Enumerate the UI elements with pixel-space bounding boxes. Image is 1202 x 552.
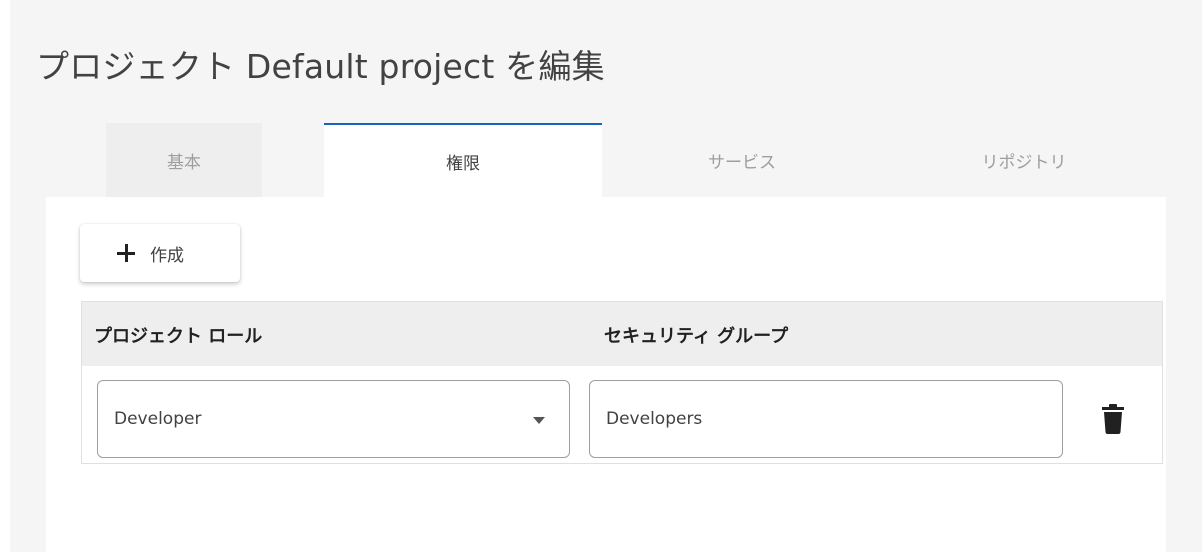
plus-icon bbox=[116, 243, 136, 263]
security-group-input[interactable] bbox=[606, 409, 1026, 429]
create-button-label: 作成 bbox=[150, 245, 184, 266]
project-role-value: Developer bbox=[114, 409, 202, 429]
tab-repositories-label: リポジトリ bbox=[981, 152, 1067, 173]
tab-permissions-label: 権限 bbox=[446, 153, 480, 174]
tab-repositories[interactable]: リポジトリ bbox=[882, 123, 1166, 197]
tab-services[interactable]: サービス bbox=[602, 123, 882, 197]
dropdown-arrow-icon bbox=[533, 417, 545, 424]
security-group-field[interactable] bbox=[589, 380, 1063, 458]
tab-bar: 基本 権限 サービス リポジトリ bbox=[46, 123, 1166, 197]
project-role-select[interactable]: Developer bbox=[97, 380, 570, 458]
header-security-group: セキュリティ グループ bbox=[604, 326, 789, 347]
tab-permissions[interactable]: 権限 bbox=[324, 123, 602, 197]
header-project-role: プロジェクト ロール bbox=[94, 326, 263, 347]
trash-icon[interactable] bbox=[1102, 404, 1124, 434]
tab-basic-label: 基本 bbox=[167, 152, 201, 173]
tab-basic[interactable]: 基本 bbox=[46, 123, 322, 197]
tab-services-label: サービス bbox=[708, 152, 776, 173]
edit-project-page: プロジェクト Default project を編集 基本 権限 サービス リポ… bbox=[10, 0, 1202, 552]
table-header: プロジェクト ロール セキュリティ グループ bbox=[82, 302, 1162, 366]
permissions-table: プロジェクト ロール セキュリティ グループ Developer bbox=[81, 301, 1163, 464]
create-button[interactable]: 作成 bbox=[80, 224, 240, 282]
permissions-panel: 作成 プロジェクト ロール セキュリティ グループ Developer bbox=[46, 197, 1166, 552]
page-title: プロジェクト Default project を編集 bbox=[36, 47, 605, 86]
left-edge-strip bbox=[0, 0, 10, 552]
